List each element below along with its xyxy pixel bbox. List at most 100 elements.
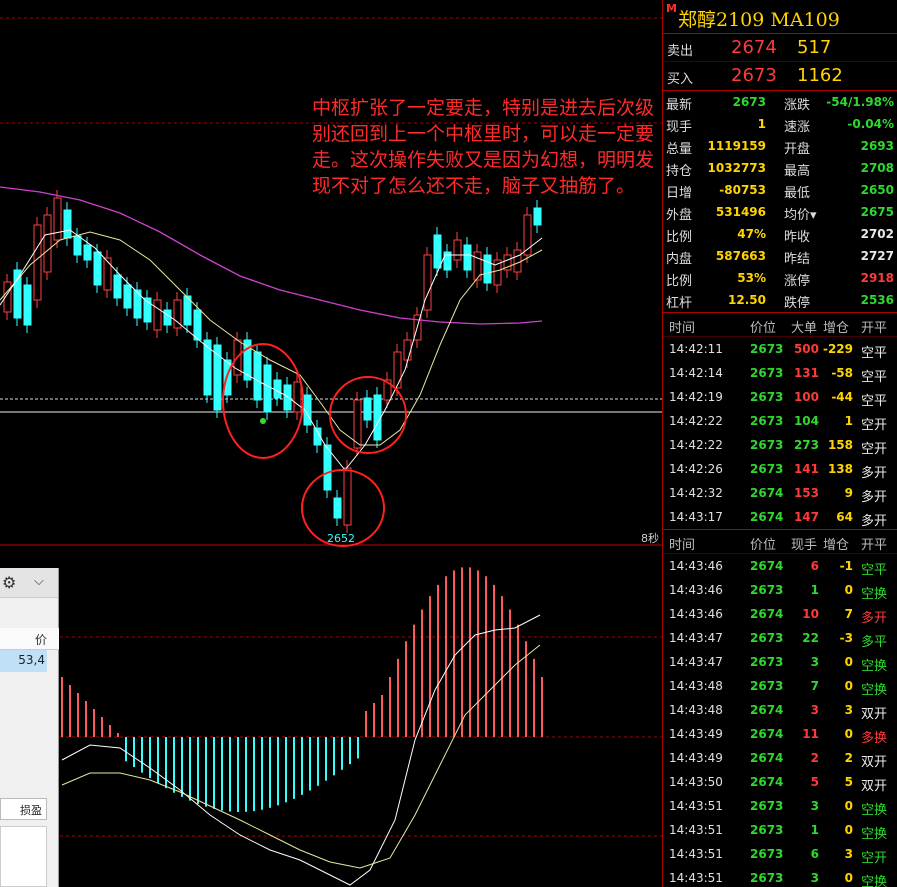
trade-oi-change: -44 [831,390,853,404]
table-row[interactable]: 14:43:47 2673 22 -3 多平 [663,626,897,650]
tick-volume: 11 [802,727,819,741]
table-row[interactable]: 14:42:19 2673 100 -44 空平 [663,385,897,409]
stat-r-1: 速涨 -0.04% [780,113,897,135]
tick-time: 14:43:49 [669,727,723,741]
table-row[interactable]: 14:43:49 2674 2 2 双开 [663,746,897,770]
table-row[interactable]: 14:43:51 2673 3 0 空换 [663,866,897,887]
candle-body [453,239,462,261]
trade-oi-change: 138 [827,462,853,476]
stat-label: 总量 [666,142,693,157]
stat-label: 最高 [784,164,811,179]
stat-value: 2693 [860,139,894,153]
table-row[interactable]: 14:43:48 2674 3 3 双开 [663,698,897,722]
trade-price: 2673 [750,390,784,404]
table-row[interactable]: 14:43:46 2674 6 -1 空平 [663,554,897,578]
stat-label: 均价▾ [784,208,817,223]
stat-label: 昨收 [784,230,811,245]
candle-body [423,254,432,311]
table-row[interactable]: 14:43:51 2673 1 0 空换 [663,818,897,842]
stat-value: 1032773 [707,161,766,175]
column-header: 开平 [861,321,888,336]
stat-label: 跌停 [784,296,811,311]
stat-r-5: 均价▾ 2675 [780,201,897,223]
tick-time: 14:43:49 [669,751,723,765]
table-row[interactable]: 14:42:22 2673 104 1 空开 [663,409,897,433]
stat-label: 比例 [666,274,693,289]
stat-label: 开盘 [784,142,811,157]
stat-value: 2727 [860,249,894,263]
table-row[interactable]: 14:42:32 2674 153 9 多开 [663,481,897,505]
stat-value: 12.50 [728,293,766,307]
trade-oi-change: 64 [836,510,853,524]
table-row[interactable]: 14:42:11 2673 500 -229 空平 [663,337,897,361]
candle-body [463,244,472,271]
table-row[interactable]: 14:43:51 2673 3 0 空换 [663,794,897,818]
column-header: 价位 [750,538,777,553]
candle-body [343,467,352,526]
table-row[interactable]: 14:42:14 2673 131 -58 空平 [663,361,897,385]
stat-r-7: 昨结 2727 [780,245,897,267]
stat-value: 1119159 [707,139,766,153]
trade-time: 14:42:32 [669,486,723,500]
tick-time: 14:43:51 [669,799,723,813]
ma-short-line [0,229,543,471]
stat-3: 持仓 1032773 [663,157,780,179]
candle-body [83,244,92,261]
tick-volume: 3 [810,871,819,885]
table-row[interactable]: 14:43:50 2674 5 5 双开 [663,770,897,794]
contract-title: M 郑醇2109 MA109 [663,0,897,34]
ask-row[interactable]: 卖出 2674 517 [663,34,897,62]
tick-type: 双开 [861,755,888,770]
order-panel-tab[interactable]: 损盈 [0,798,47,820]
chevron-down-icon[interactable]: ⌵ [34,574,44,589]
tick-volume: 1 [810,823,819,837]
tick-time: 14:43:48 [669,679,723,693]
trade-type: 空开 [861,442,888,457]
order-panel-header: 价 [0,628,59,650]
stat-label: 速涨 [784,120,811,135]
tick-time: 14:43:47 [669,655,723,669]
table-row[interactable]: 14:43:46 2674 10 7 多开 [663,602,897,626]
candle-body [63,209,72,239]
table-row[interactable]: 14:43:47 2673 3 0 空换 [663,650,897,674]
order-panel-row[interactable]: 53,4 [0,650,47,672]
candle-body [373,394,382,441]
candle-body [133,289,142,319]
tick-price: 2674 [750,607,784,621]
low-price-label: 2652 [327,532,355,545]
table-row[interactable]: 14:43:49 2674 11 0 多换 [663,722,897,746]
table-row[interactable]: 14:42:22 2673 273 158 空开 [663,433,897,457]
table-row[interactable]: 14:43:46 2673 1 0 空换 [663,578,897,602]
macd-histogram [61,567,543,812]
table-row[interactable]: 14:43:51 2673 6 3 空开 [663,842,897,866]
kline-chart[interactable]: 中枢扩张了一定要走，特别是进去后次级别还回到上一个中枢里时，可以走一定要走。这次… [0,0,662,887]
table-row[interactable]: 14:42:26 2673 141 138 多开 [663,457,897,481]
table-row[interactable]: 14:43:17 2674 147 64 多开 [663,505,897,529]
tick-time: 14:43:51 [669,823,723,837]
chart-annotation: 中枢扩张了一定要走，特别是进去后次级别还回到上一个中枢里时，可以走一定要走。这次… [312,97,655,197]
market-flag: M [666,2,677,15]
ticks-section: 时间 价位 现手 增仓 开平 14:43:46 2674 6 -1 空平 14:43:46 2673… [663,530,897,887]
order-panel[interactable]: ⚙ ⌵ 价 53,4 损盈 [0,568,59,887]
gear-icon[interactable]: ⚙ [2,573,16,592]
tick-price: 2674 [750,775,784,789]
tick-price: 2673 [750,847,784,861]
table-row[interactable]: 14:43:48 2673 7 0 空换 [663,674,897,698]
tick-type: 多换 [861,731,888,746]
orderbook: 卖出 2674 517 买入 2673 1162 [663,34,897,91]
tick-oi-change: 0 [844,655,853,669]
stat-value: 2650 [860,183,894,197]
tick-time: 14:43:51 [669,871,723,885]
tick-price: 2674 [750,727,784,741]
trade-oi-change: -58 [831,366,853,380]
stat-value: 1 [757,117,766,131]
trade-type: 空平 [861,394,888,409]
bid-row[interactable]: 买入 2673 1162 [663,62,897,90]
candle-body [533,207,542,226]
tick-volume: 6 [810,559,819,573]
trade-volume: 141 [793,462,819,476]
stat-r-9: 跌停 2536 [780,289,897,311]
trade-type: 空开 [861,418,888,433]
column-header: 增仓 [823,538,850,553]
stat-1: 现手 1 [663,113,780,135]
